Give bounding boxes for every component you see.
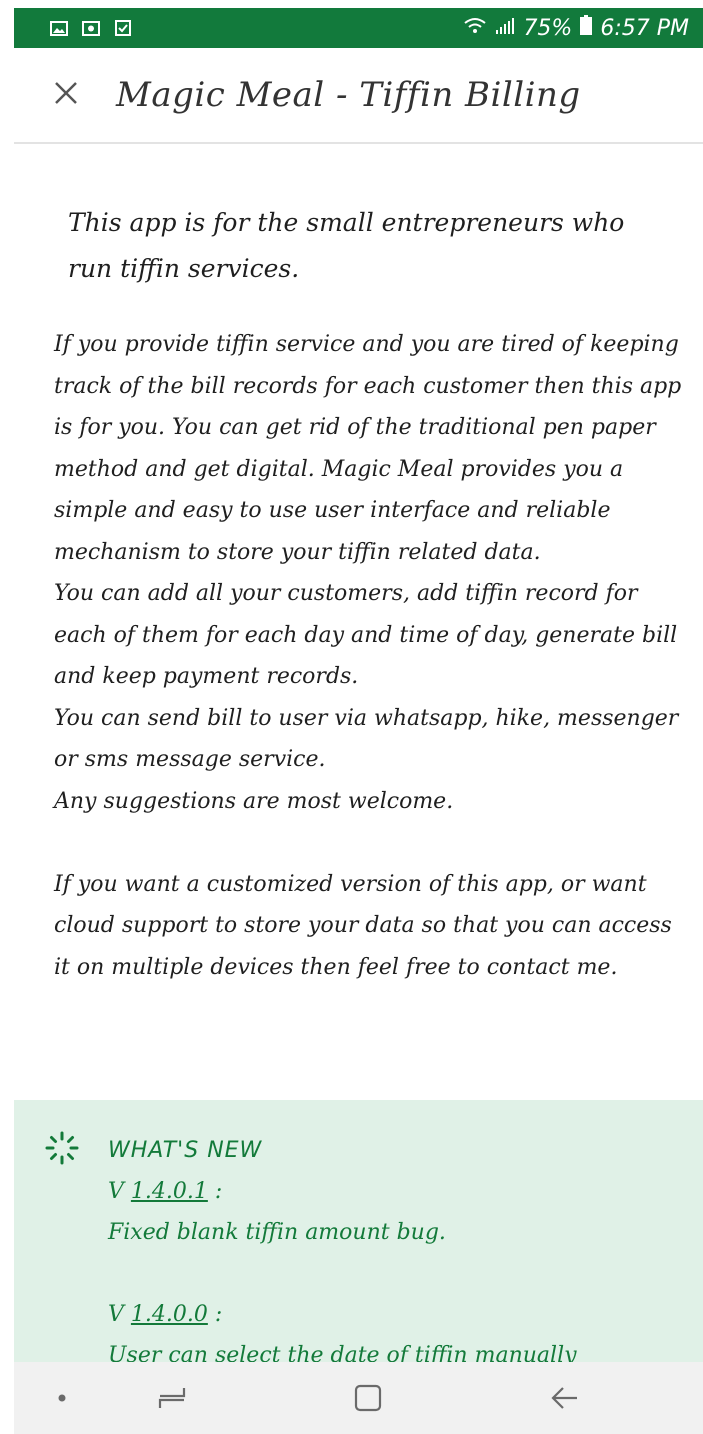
home-icon[interactable]: [348, 1378, 388, 1418]
version-number: 1.4.0.0: [130, 1302, 208, 1327]
navigation-bar: [14, 1362, 703, 1434]
whats-new-title: WHAT'S NEW: [108, 1138, 263, 1163]
status-notifications: [50, 20, 132, 36]
photo-notification-icon: [82, 20, 100, 36]
tagline: This app is for the small entrepreneurs …: [68, 208, 625, 283]
wifi-icon: [463, 16, 487, 41]
whats-new-body: WHAT'S NEW V 1.4.0.1 : Fixed blank tiffi…: [108, 1130, 688, 1362]
release-note: Fixed blank tiffin amount bug.: [108, 1220, 446, 1245]
version-suffix: :: [207, 1302, 223, 1327]
description: If you provide tiffin service and you ar…: [54, 324, 684, 988]
signal-icon: [495, 16, 515, 41]
battery-icon: [580, 15, 593, 41]
release-version: V 1.4.0.1 :: [108, 1171, 688, 1212]
version-suffix: :: [207, 1179, 223, 1204]
description-paragraph: If you provide tiffin service and you ar…: [54, 332, 682, 814]
back-icon[interactable]: [544, 1378, 584, 1418]
close-button[interactable]: [36, 65, 96, 125]
app-description: This app is for the small entrepreneurs …: [14, 146, 703, 1100]
release-spacer: [108, 1253, 688, 1294]
sparkle-icon: [44, 1130, 80, 1166]
contact-paragraph: If you want a customized version of this…: [54, 871, 672, 980]
battery-percent: 75%: [523, 15, 573, 41]
page-title: Magic Meal - Tiffin Billing: [116, 75, 581, 115]
dot-icon[interactable]: [42, 1378, 82, 1418]
clock: 6:57 PM: [600, 15, 689, 41]
app-header: Magic Meal - Tiffin Billing: [14, 48, 703, 144]
close-icon[interactable]: [54, 81, 78, 109]
status-bar: 75% 6:57 PM: [14, 8, 703, 48]
image-notification-icon: [50, 20, 68, 36]
version-prefix: V: [108, 1302, 131, 1327]
version-number: 1.4.0.1: [130, 1179, 208, 1204]
release-note: User can select the date of tiffin manua…: [108, 1343, 577, 1362]
recent-apps-icon[interactable]: [152, 1378, 192, 1418]
whats-new-section: WHAT'S NEW V 1.4.0.1 : Fixed blank tiffi…: [14, 1100, 703, 1362]
status-system: 75% 6:57 PM: [463, 15, 689, 41]
version-prefix: V: [108, 1179, 131, 1204]
checkbox-notification-icon: [114, 20, 132, 36]
release-version: V 1.4.0.0 :: [108, 1294, 688, 1335]
